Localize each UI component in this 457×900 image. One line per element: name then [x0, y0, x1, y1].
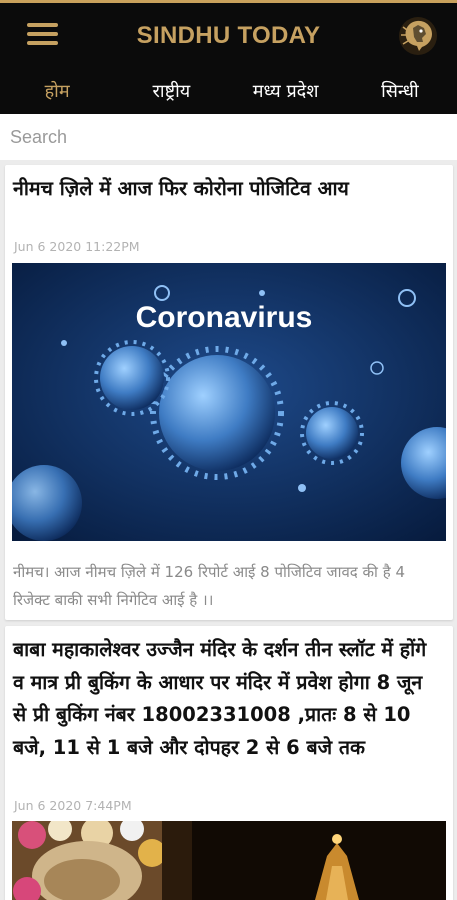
article-title[interactable]: नीमच ज़िले में आज फिर कोरोना पोजिटिव आय	[13, 173, 441, 204]
search-bar	[0, 114, 457, 160]
search-input[interactable]	[0, 114, 457, 160]
article-title[interactable]: बाबा महाकालेश्वर उज्जैन मंदिर के दर्शन त…	[13, 634, 441, 764]
tab-madhya-pradesh[interactable]: मध्य प्रदेश	[229, 70, 343, 114]
tab-national[interactable]: राष्ट्रीय	[114, 70, 228, 114]
tab-sindhi[interactable]: सिन्धी	[343, 70, 457, 114]
article-image[interactable]	[12, 821, 446, 900]
news-card[interactable]: नीमच ज़िले में आज फिर कोरोना पोजिटिव आय …	[5, 165, 453, 620]
app-title: SINDHU TODAY	[136, 22, 321, 49]
app-header: SINDHU TODAY	[0, 0, 457, 70]
article-summary: नीमच। आज नीमच ज़िले में 126 रिपोर्ट आई 8…	[13, 563, 405, 609]
article-image[interactable]: Coronavirus	[12, 263, 446, 541]
image-caption: Coronavirus	[136, 301, 313, 334]
tab-home[interactable]: होम	[0, 70, 114, 114]
lion-logo-icon[interactable]	[397, 15, 439, 57]
news-card[interactable]: बाबा महाकालेश्वर उज्जैन मंदिर के दर्शन त…	[5, 626, 453, 900]
article-date: Jun 6 2020 11:22PM	[14, 239, 140, 254]
article-date: Jun 6 2020 7:44PM	[14, 798, 132, 813]
category-tabs: होम राष्ट्रीय मध्य प्रदेश सिन्धी	[0, 70, 457, 114]
